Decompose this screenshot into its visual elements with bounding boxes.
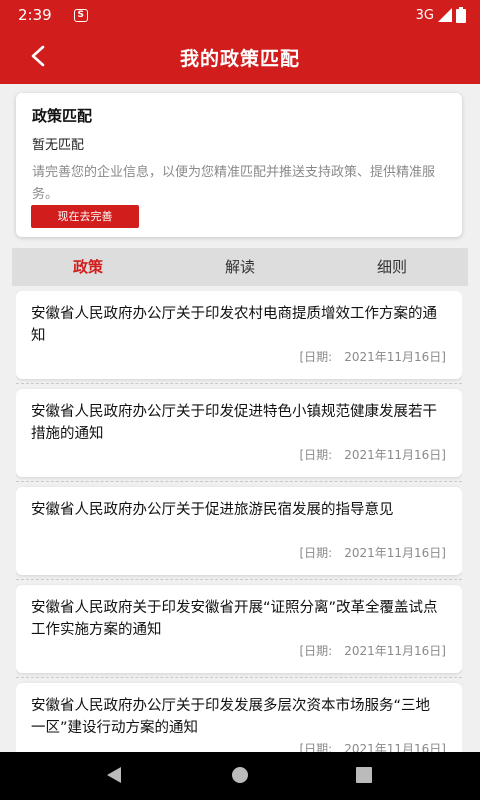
nav-recents-icon[interactable] <box>355 766 373 784</box>
list-item[interactable]: 安徽省人民政府办公厅关于促进旅游民宿发展的指导意见 [日期: 2021年11月1… <box>16 487 462 575</box>
status-right: 3G <box>416 7 466 23</box>
item-date: [日期: 2021年11月16日] <box>299 644 447 658</box>
back-button[interactable] <box>22 40 54 72</box>
status-time: 2:39 <box>18 6 52 24</box>
complete-info-button[interactable]: 现在去完善 <box>31 205 139 228</box>
network-type: 3G <box>415 7 434 23</box>
sim-icon: S <box>73 8 88 22</box>
policy-match-card: 政策匹配 暂无匹配 请完善您的企业信息，以便为您精准匹配并推送支持政策、提供精准… <box>16 93 462 237</box>
item-date: [日期: 2021年11月16日] <box>299 448 447 462</box>
item-title: 安徽省人民政府关于印发安徽省开展“证照分离”改革全覆盖试点工作实施方案的通知 <box>31 600 438 638</box>
nav-home-icon[interactable] <box>231 766 249 784</box>
match-status: 暂无匹配 <box>32 138 85 153</box>
app-header: 我的政策匹配 <box>0 30 480 84</box>
back-arrow-icon <box>31 45 45 67</box>
system-nav-bar <box>0 752 480 800</box>
list-item[interactable]: 安徽省人民政府办公厅关于印发促进特色小镇规范健康发展若干措施的通知 [日期: 2… <box>16 389 462 477</box>
item-title: 安徽省人民政府办公厅关于促进旅游民宿发展的指导意见 <box>31 502 394 518</box>
tab-interpretation[interactable]: 解读 <box>164 248 316 286</box>
divider <box>16 383 462 384</box>
status-bar: 2:39 S 3G <box>0 0 480 30</box>
item-date: [日期: 2021年11月16日] <box>299 742 447 752</box>
list-item[interactable]: 安徽省人民政府关于印发安徽省开展“证照分离”改革全覆盖试点工作实施方案的通知 [… <box>16 585 462 673</box>
item-date: [日期: 2021年11月16日] <box>299 546 447 560</box>
divider <box>16 677 462 678</box>
divider <box>16 481 462 482</box>
item-title: 安徽省人民政府办公厅关于印发促进特色小镇规范健康发展若干措施的通知 <box>31 404 437 442</box>
battery-icon <box>456 7 466 23</box>
page-title: 我的政策匹配 <box>179 47 300 70</box>
card-heading: 政策匹配 <box>32 107 93 125</box>
nav-back-icon[interactable] <box>105 766 123 784</box>
card-description: 请完善您的企业信息，以便为您精准匹配并推送支持政策、提供精准服务。 <box>32 165 436 202</box>
list-item[interactable]: 安徽省人民政府办公厅关于印发农村电商提质增效工作方案的通知 [日期: 2021年… <box>16 291 462 379</box>
divider <box>16 579 462 580</box>
tab-bar: 政策 解读 细则 <box>12 248 468 286</box>
signal-icon <box>438 8 452 22</box>
policy-list: 安徽省人民政府办公厅关于印发农村电商提质增效工作方案的通知 [日期: 2021年… <box>16 291 462 752</box>
item-date: [日期: 2021年11月16日] <box>299 350 447 364</box>
item-title: 安徽省人民政府办公厅关于印发农村电商提质增效工作方案的通知 <box>31 306 437 344</box>
item-title: 安徽省人民政府办公厅关于印发发展多层次资本市场服务“三地一区”建设行动方案的通知 <box>31 698 431 736</box>
tab-rules[interactable]: 细则 <box>316 248 468 286</box>
list-item[interactable]: 安徽省人民政府办公厅关于印发发展多层次资本市场服务“三地一区”建设行动方案的通知… <box>16 683 462 752</box>
tab-policy[interactable]: 政策 <box>12 248 164 286</box>
